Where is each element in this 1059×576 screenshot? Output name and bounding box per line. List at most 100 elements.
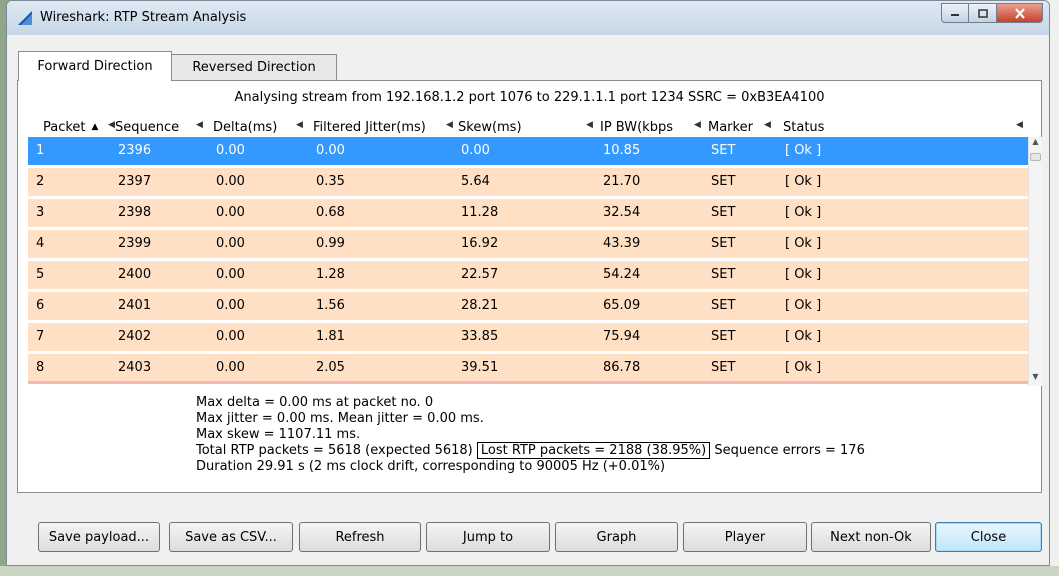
column-resize-icon: ◀ — [446, 120, 453, 130]
table-cell: 1.56 — [316, 298, 345, 313]
save-payload-button[interactable]: Save payload... — [38, 522, 160, 552]
table-cell: 4 — [36, 236, 45, 251]
maximize-icon — [977, 8, 988, 18]
scroll-thumb[interactable] — [1030, 153, 1041, 161]
table-cell: 0.00 — [316, 143, 345, 158]
column-header-filtered-jitter[interactable]: Filtered Jitter(ms) — [313, 117, 426, 137]
table-cell: 54.24 — [603, 267, 641, 282]
stream-statistics: Max delta = 0.00 ms at packet no. 0 Max … — [196, 395, 865, 475]
window-title: Wireshark: RTP Stream Analysis — [40, 10, 247, 25]
minimize-icon — [951, 14, 959, 16]
forward-direction-panel: Analysing stream from 192.168.1.2 port 1… — [17, 80, 1042, 493]
table-cell: 6 — [36, 298, 45, 313]
graph-button[interactable]: Graph — [555, 522, 678, 552]
column-resize-icon: ◀ — [694, 120, 701, 130]
table-cell: 0.00 — [216, 329, 245, 344]
table-cell: [ Ok ] — [785, 236, 822, 251]
table-row[interactable]: 2 2397 0.00 0.35 5.64 21.70 SET [ Ok ] — [28, 168, 1028, 196]
max-skew-text: Max skew = 1107.11 ms. — [196, 427, 361, 442]
save-as-csv-button[interactable]: Save as CSV... — [169, 522, 293, 552]
table-row[interactable]: 7 2402 0.00 1.81 33.85 75.94 SET [ Ok ] — [28, 323, 1028, 351]
refresh-button[interactable]: Refresh — [299, 522, 421, 552]
table-cell: 2397 — [118, 174, 152, 189]
table-row[interactable]: 4 2399 0.00 0.99 16.92 43.39 SET [ Ok ] — [28, 230, 1028, 258]
table-cell: 2401 — [118, 298, 152, 313]
table-cell: 8 — [36, 360, 45, 375]
scroll-down-arrow-icon[interactable]: ▼ — [1029, 372, 1042, 386]
close-window-button[interactable] — [997, 3, 1043, 23]
table-cell: SET — [711, 205, 736, 220]
table-cell: 32.54 — [603, 205, 641, 220]
table-cell: 0.00 — [216, 236, 245, 251]
table-cell: 2402 — [118, 329, 152, 344]
column-header-packet[interactable]: Packet ▲ — [43, 117, 98, 137]
table-cell: 1 — [36, 143, 45, 158]
table-cell: 0.00 — [216, 143, 245, 158]
scroll-up-arrow-icon[interactable]: ▲ — [1029, 137, 1042, 151]
column-header-sequence[interactable]: Sequence — [115, 117, 179, 137]
table-cell: 5 — [36, 267, 45, 282]
tab-reversed-direction[interactable]: Reversed Direction — [171, 54, 337, 80]
table-cell: 2399 — [118, 236, 152, 251]
table-row[interactable]: 3 2398 0.00 0.68 11.28 32.54 SET [ Ok ] — [28, 199, 1028, 227]
table-cell: 39.51 — [461, 360, 499, 375]
table-cell: 0.00 — [461, 143, 490, 158]
next-non-ok-button[interactable]: Next non-Ok — [811, 522, 931, 552]
maximize-button[interactable] — [969, 3, 997, 23]
table-cell: 0.35 — [316, 174, 345, 189]
table-cell: SET — [711, 143, 736, 158]
column-label: Sequence — [115, 119, 180, 135]
column-label: Skew(ms) — [458, 119, 522, 135]
table-row[interactable]: 5 2400 0.00 1.28 22.57 54.24 SET [ Ok ] — [28, 261, 1028, 289]
column-resize-icon: ◀ — [108, 120, 115, 130]
player-button[interactable]: Player — [683, 522, 807, 552]
table-cell: 2398 — [118, 205, 152, 220]
jump-to-button[interactable]: Jump to — [426, 522, 550, 552]
column-label: Filtered Jitter(ms) — [313, 119, 426, 135]
column-header-delta[interactable]: Delta(ms) — [213, 117, 277, 137]
column-header-skew[interactable]: Skew(ms) — [458, 117, 522, 137]
table-cell: 21.70 — [603, 174, 641, 189]
table-scrollbar[interactable]: ▲ ▼ — [1028, 137, 1042, 386]
column-header-status[interactable]: Status — [783, 117, 824, 137]
table-cell: SET — [711, 267, 736, 282]
table-cell: 2.05 — [316, 360, 345, 375]
column-header-marker[interactable]: Marker — [708, 117, 753, 137]
column-resize-icon: ◀ — [296, 120, 303, 130]
close-button[interactable]: Close — [935, 522, 1042, 552]
table-row[interactable]: 6 2401 0.00 1.56 28.21 65.09 SET [ Ok ] — [28, 292, 1028, 320]
table-cell: SET — [711, 298, 736, 313]
duration-text: Duration 29.91 s (2 ms clock drift, corr… — [196, 459, 666, 474]
table-cell: 43.39 — [603, 236, 641, 251]
button-bar: Save payload... Save as CSV... Refresh J… — [17, 522, 1042, 552]
title-bar[interactable]: Wireshark: RTP Stream Analysis — [7, 1, 1049, 35]
table-cell: SET — [711, 360, 736, 375]
table-row[interactable]: 8 2403 0.00 2.05 39.51 86.78 SET [ Ok ] — [28, 354, 1028, 382]
tab-forward-direction[interactable]: Forward Direction — [18, 51, 172, 81]
column-header-ip-bw[interactable]: IP BW(kbps — [600, 117, 673, 137]
sort-ascending-icon: ▲ — [91, 122, 99, 132]
table-cell: [ Ok ] — [785, 267, 822, 282]
table-cell: 11.28 — [461, 205, 499, 220]
column-resize-icon: ◀ — [1016, 120, 1023, 130]
table-cell: 2 — [36, 174, 45, 189]
table-cell: 0.00 — [216, 298, 245, 313]
table-cell: 86.78 — [603, 360, 641, 375]
table-cell: [ Ok ] — [785, 174, 822, 189]
table-header: Packet ▲ ◀ Sequence ◀ Delta(ms) ◀ Filter… — [28, 117, 1028, 137]
table-cell: 1.28 — [316, 267, 345, 282]
table-cell: 0.00 — [216, 267, 245, 282]
table-cell: 16.92 — [461, 236, 499, 251]
column-label: Delta(ms) — [213, 119, 278, 135]
minimize-button[interactable] — [941, 3, 969, 23]
table-cell: 2396 — [118, 143, 152, 158]
table-cell: 10.85 — [603, 143, 641, 158]
column-resize-icon: ◀ — [764, 120, 771, 130]
table-cell: SET — [711, 174, 736, 189]
sequence-errors-text: Sequence errors = 176 — [714, 443, 865, 458]
column-label: IP BW(kbps — [600, 119, 673, 135]
table-cell: 0.68 — [316, 205, 345, 220]
table-row[interactable]: 1 2396 0.00 0.00 0.00 10.85 SET [ Ok ] — [28, 137, 1028, 165]
max-delta-text: Max delta = 0.00 ms at packet no. 0 — [196, 395, 434, 410]
table-cell: 0.00 — [216, 360, 245, 375]
